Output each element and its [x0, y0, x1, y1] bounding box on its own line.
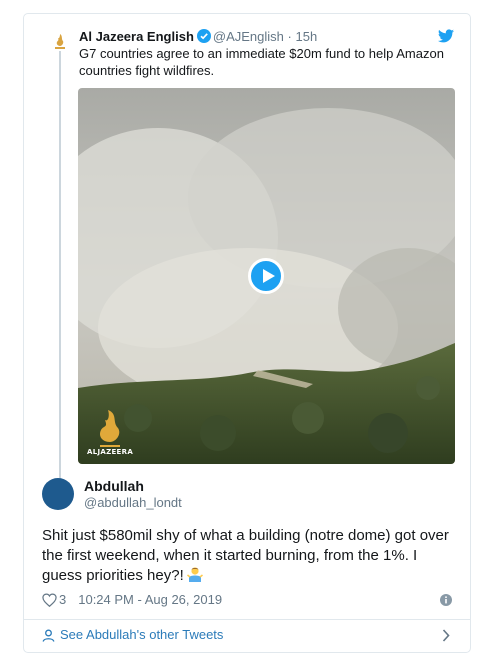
other-tweets-label[interactable]: See Abdullah's other Tweets — [60, 625, 223, 645]
dot-separator: · — [287, 29, 292, 44]
thread-line — [59, 51, 61, 483]
video-thumbnail[interactable]: ALJAZEERA — [78, 88, 455, 464]
verified-badge-icon — [196, 29, 211, 43]
media-watermark-text: ALJAZEERA — [87, 448, 134, 456]
al-jazeera-logo-icon[interactable] — [51, 33, 69, 51]
parent-tweet-time[interactable]: 15h — [296, 29, 318, 44]
twitter-bird-icon[interactable] — [438, 29, 454, 43]
embedded-tweet-card: Al Jazeera English @AJEnglish · 15h G7 co… — [23, 13, 471, 653]
chevron-right-icon[interactable] — [442, 629, 450, 642]
author-handle[interactable]: @abdullah_londt — [84, 495, 182, 511]
author-name[interactable]: Abdullah — [84, 477, 144, 495]
tweet-text: Shit just $580mil shy of what a building… — [42, 527, 449, 584]
parent-author-name[interactable]: Al Jazeera English — [79, 29, 194, 44]
heart-icon[interactable] — [42, 593, 57, 607]
parent-tweet-text: G7 countries agree to an immediate $20m … — [79, 46, 444, 78]
parent-tweet-header: Al Jazeera English @AJEnglish · 15h — [79, 28, 456, 46]
tweet-text-block: Shit just $580mil shy of what a building… — [42, 526, 458, 586]
play-icon[interactable] — [248, 258, 284, 294]
person-icon — [42, 629, 55, 642]
like-count[interactable]: 3 — [59, 591, 66, 609]
other-tweets-link[interactable]: See Abdullah's other Tweets — [42, 625, 452, 645]
info-icon[interactable] — [440, 594, 452, 606]
tweet-meta: 3 10:24 PM - Aug 26, 2019 — [42, 591, 452, 609]
avatar[interactable] — [42, 478, 74, 510]
divider — [24, 619, 470, 620]
parent-author-handle[interactable]: @AJEnglish — [213, 29, 284, 44]
man-shrugging-emoji-icon — [186, 567, 203, 582]
tweet-timestamp[interactable]: 10:24 PM - Aug 26, 2019 — [78, 591, 222, 609]
